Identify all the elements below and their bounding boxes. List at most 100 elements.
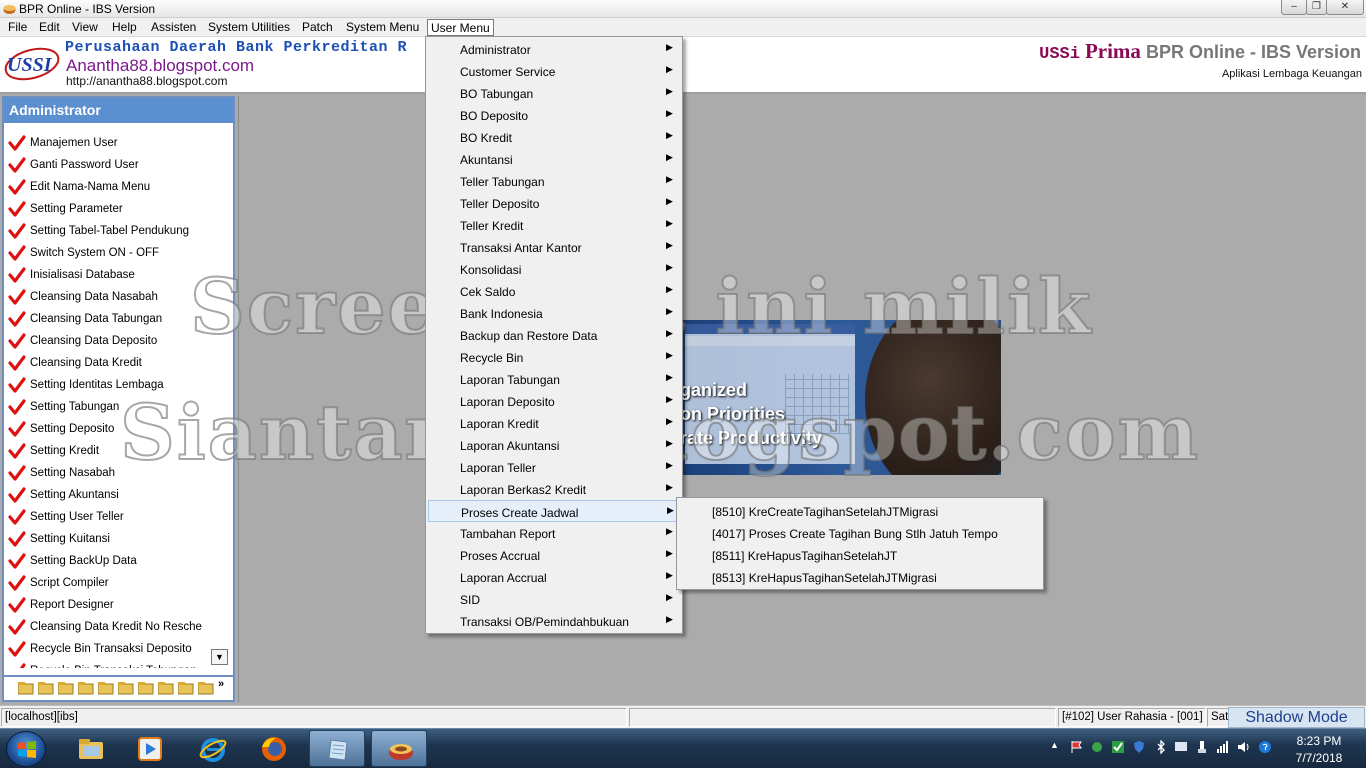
sidebar-item[interactable]: Manajemen User — [8, 131, 228, 153]
menu-assisten[interactable]: Assisten — [147, 19, 200, 36]
folder-icon[interactable] — [58, 682, 74, 695]
menu-user-menu[interactable]: User Menu — [427, 19, 494, 36]
menu-item[interactable]: Teller Deposito ▶ — [428, 192, 680, 214]
sidebar-item[interactable]: Cleansing Data Kredit No Resche — [8, 615, 228, 637]
menu-item[interactable]: SID ▶ — [428, 588, 680, 610]
folder-icon[interactable] — [198, 682, 214, 695]
menu-item[interactable]: Akuntansi ▶ — [428, 148, 680, 170]
flag-icon[interactable] — [1070, 740, 1084, 754]
sidebar-item[interactable]: Recycle Bin Transaksi Tabungan — [8, 659, 228, 668]
sidebar-item[interactable]: Setting Parameter — [8, 197, 228, 219]
folder-icon[interactable] — [178, 682, 194, 695]
menu-item[interactable]: Laporan Akuntansi ▶ — [428, 434, 680, 456]
sidebar-item[interactable]: Edit Nama-Nama Menu — [8, 175, 228, 197]
more-chevron-icon[interactable]: » — [218, 678, 224, 690]
sidebar-item[interactable]: Setting Akuntansi — [8, 483, 228, 505]
start-button[interactable] — [6, 731, 46, 767]
menu-item[interactable]: Laporan Tabungan ▶ — [428, 368, 680, 390]
network-icon[interactable] — [1216, 740, 1230, 754]
minimize-button[interactable]: – — [1281, 0, 1307, 15]
menu-item[interactable]: Laporan Teller ▶ — [428, 456, 680, 478]
folder-icon[interactable] — [98, 682, 114, 695]
folder-icon[interactable] — [18, 682, 34, 695]
scroll-down-button[interactable]: ▼ — [211, 649, 228, 665]
ibs-app-taskbar-button[interactable] — [371, 730, 427, 767]
menu-help[interactable]: Help — [108, 19, 141, 36]
sidebar-item[interactable]: Setting User Teller — [8, 505, 228, 527]
maximize-button[interactable]: ❐ — [1306, 0, 1327, 15]
sidebar-item[interactable]: Setting Kuitansi — [8, 527, 228, 549]
menu-item[interactable]: Teller Kredit ▶ — [428, 214, 680, 236]
submenu-item[interactable]: [8513] KreHapusTagihanSetelahJTMigrasi — [679, 566, 1041, 588]
menu-item[interactable]: Proses Accrual ▶ — [428, 544, 680, 566]
firefox-taskbar-button[interactable] — [245, 730, 301, 767]
menu-item[interactable]: Teller Tabungan ▶ — [428, 170, 680, 192]
notepad-taskbar-button[interactable] — [309, 730, 365, 767]
menu-item[interactable]: Laporan Deposito ▶ — [428, 390, 680, 412]
clock-date[interactable]: 7/7/2018 — [1284, 751, 1354, 765]
sidebar-item[interactable]: Cleansing Data Kredit — [8, 351, 228, 373]
shield-tray-icon[interactable] — [1132, 740, 1146, 754]
sidebar-item[interactable]: Setting Tabungan — [8, 395, 228, 417]
folder-icon[interactable] — [38, 682, 54, 695]
sidebar-item[interactable]: Setting Nasabah — [8, 461, 228, 483]
volume-icon[interactable] — [1237, 740, 1251, 754]
menu-edit[interactable]: Edit — [35, 19, 64, 36]
menu-item[interactable]: Konsolidasi ▶ — [428, 258, 680, 280]
sidebar-item[interactable]: Setting Kredit — [8, 439, 228, 461]
network-app-icon[interactable] — [1090, 740, 1104, 754]
menu-item[interactable]: Backup dan Restore Data ▶ — [428, 324, 680, 346]
menu-item[interactable]: Laporan Kredit ▶ — [428, 412, 680, 434]
sidebar-item[interactable]: Report Designer — [8, 593, 228, 615]
check-tray-icon[interactable] — [1111, 740, 1125, 754]
folder-icon[interactable] — [118, 682, 134, 695]
clock-time[interactable]: 8:23 PM — [1284, 734, 1354, 748]
sidebar-item[interactable]: Setting Identitas Lembaga — [8, 373, 228, 395]
menu-view[interactable]: View — [68, 19, 102, 36]
sidebar-item[interactable]: Cleansing Data Nasabah — [8, 285, 228, 307]
folder-icon[interactable] — [138, 682, 154, 695]
submenu-item[interactable]: [8510] KreCreateTagihanSetelahJTMigrasi — [679, 500, 1041, 522]
shazam-tray-icon[interactable] — [1258, 740, 1272, 754]
menu-item[interactable]: BO Tabungan ▶ — [428, 82, 680, 104]
safely-remove-icon[interactable] — [1195, 740, 1209, 754]
action-center-icon[interactable] — [1174, 740, 1188, 754]
sidebar-item[interactable]: Setting Deposito — [8, 417, 228, 439]
menu-item[interactable]: Administrator ▶ — [428, 38, 680, 60]
sidebar-item[interactable]: Setting BackUp Data — [8, 549, 228, 571]
menu-item[interactable]: Cek Saldo ▶ — [428, 280, 680, 302]
sidebar-item[interactable]: Inisialisasi Database — [8, 263, 228, 285]
internet-explorer-taskbar-button[interactable] — [184, 730, 240, 767]
folder-icon[interactable] — [158, 682, 174, 695]
menu-item[interactable]: Laporan Berkas2 Kredit ▶ — [428, 478, 680, 500]
menu-item[interactable]: BO Kredit ▶ — [428, 126, 680, 148]
explorer-taskbar-button[interactable] — [62, 730, 118, 767]
folder-icon[interactable] — [78, 682, 94, 695]
menu-item[interactable]: Transaksi Antar Kantor ▶ — [428, 236, 680, 258]
menu-item[interactable]: Customer Service ▶ — [428, 60, 680, 82]
sidebar-item[interactable]: Switch System ON - OFF — [8, 241, 228, 263]
menu-patch[interactable]: Patch — [298, 19, 337, 36]
menu-item[interactable]: BO Deposito ▶ — [428, 104, 680, 126]
menu-system-menu[interactable]: System Menu — [342, 19, 423, 36]
menu-item[interactable]: Transaksi OB/Pemindahbukuan ▶ — [428, 610, 680, 632]
sidebar-item[interactable]: Setting Tabel-Tabel Pendukung — [8, 219, 228, 241]
menu-item[interactable]: Bank Indonesia ▶ — [428, 302, 680, 324]
shadow-mode-button[interactable]: Shadow Mode — [1228, 707, 1365, 728]
menu-file[interactable]: File — [4, 19, 31, 36]
menu-system-utilities[interactable]: System Utilities — [204, 19, 294, 36]
menu-item[interactable]: Recycle Bin ▶ — [428, 346, 680, 368]
media-player-taskbar-button[interactable] — [121, 730, 177, 767]
menu-item[interactable]: Laporan Accrual ▶ — [428, 566, 680, 588]
sidebar-item[interactable]: Cleansing Data Tabungan — [8, 307, 228, 329]
menu-item[interactable]: Proses Create Jadwal ▶ — [428, 500, 680, 522]
sidebar-item[interactable]: Ganti Password User — [8, 153, 228, 175]
menu-item[interactable]: Tambahan Report ▶ — [428, 522, 680, 544]
submenu-item[interactable]: [4017] Proses Create Tagihan Bung Stlh J… — [679, 522, 1041, 544]
sidebar-item[interactable]: Recycle Bin Transaksi Deposito — [8, 637, 228, 659]
sidebar-item[interactable]: Cleansing Data Deposito — [8, 329, 228, 351]
bluetooth-icon[interactable] — [1154, 740, 1168, 754]
submenu-item[interactable]: [8511] KreHapusTagihanSetelahJT — [679, 544, 1041, 566]
sidebar-item[interactable]: Script Compiler — [8, 571, 228, 593]
close-button[interactable]: ✕ — [1326, 0, 1364, 15]
